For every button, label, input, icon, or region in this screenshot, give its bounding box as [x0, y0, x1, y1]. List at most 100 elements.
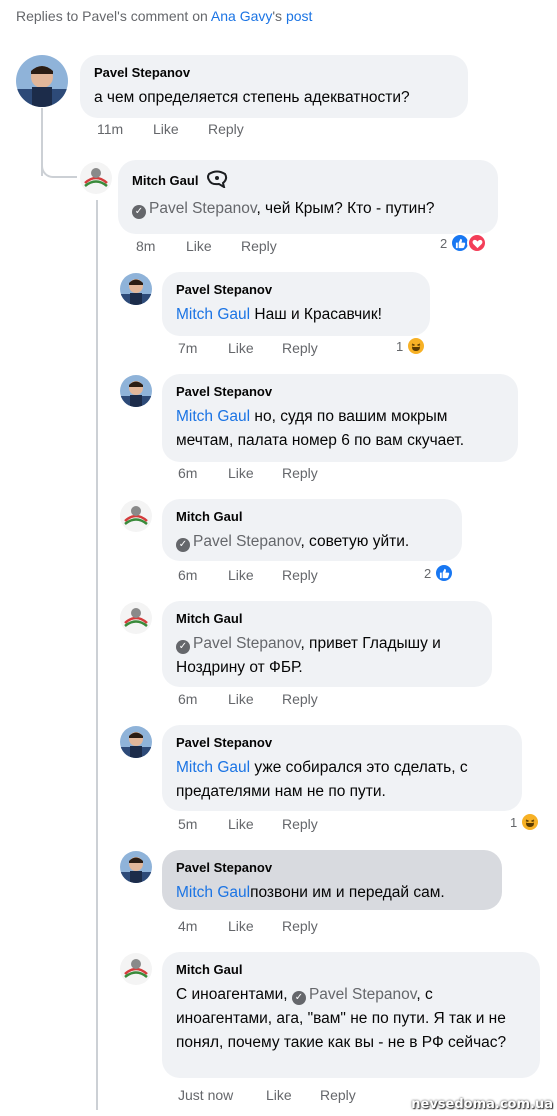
mention-icon: ✓: [132, 205, 146, 219]
messenger-badge-icon: [206, 170, 228, 192]
reply-button[interactable]: Reply: [320, 1087, 356, 1103]
comment-bubble: Mitch Gaul ✓ Pavel Stepanov, чей Крым? Кт…: [118, 160, 498, 234]
reply-button[interactable]: Reply: [208, 121, 244, 137]
like-button[interactable]: Like: [228, 465, 282, 481]
reaction-count: 1: [510, 814, 518, 830]
reactions[interactable]: 2: [424, 563, 455, 583]
comment-text: , чей Крым? Кто - путин?: [256, 200, 435, 217]
mention-icon: ✓: [176, 538, 190, 552]
reactions[interactable]: 2: [440, 233, 488, 253]
avatar[interactable]: [120, 375, 152, 407]
avatar[interactable]: [120, 726, 152, 758]
comment-bubble: Pavel Stepanov Mitch Gaul уже собирался …: [162, 725, 522, 811]
reaction-count: 2: [440, 235, 448, 251]
timestamp[interactable]: 11m: [97, 121, 153, 137]
like-button[interactable]: Like: [228, 918, 282, 934]
timestamp[interactable]: Just now: [178, 1087, 266, 1103]
like-button[interactable]: Like: [186, 238, 241, 254]
comment-text: Наш и Красавчик!: [250, 306, 382, 323]
mention-link[interactable]: ✓ Pavel Stepanov: [291, 986, 416, 1005]
comment-text: , советую уйти.: [300, 533, 410, 550]
reply-button[interactable]: Reply: [282, 691, 318, 707]
reply-button[interactable]: Reply: [241, 238, 277, 254]
comment-actions: Just now Like Reply: [178, 1087, 356, 1103]
reaction-count: 2: [424, 565, 432, 581]
comment-text-prefix: С иноагентами,: [176, 986, 292, 1003]
like-button[interactable]: Like: [228, 567, 282, 583]
comment-author[interactable]: Pavel Stepanov: [176, 735, 508, 751]
mention-link[interactable]: ✓ Pavel Stepanov: [176, 533, 300, 552]
comment-bubble: Mitch Gaul ✓ Pavel Stepanov, привет Глады…: [162, 601, 492, 687]
mention-link[interactable]: ✓ Pavel Stepanov: [132, 200, 256, 219]
comment-bubble: Pavel Stepanov Mitch Gaulпозвони им и пе…: [162, 850, 502, 910]
mention-link[interactable]: Mitch Gaul: [176, 759, 250, 776]
like-reaction-icon: [434, 563, 455, 583]
mention-link[interactable]: ✓ Pavel Stepanov: [176, 635, 300, 654]
reply-button[interactable]: Reply: [282, 918, 318, 934]
comment-actions: 6m Like Reply: [178, 691, 318, 707]
comment-actions: 7m Like Reply: [178, 340, 318, 356]
thread-elbow: [41, 150, 77, 178]
comment-author[interactable]: Pavel Stepanov: [176, 860, 488, 876]
timestamp[interactable]: 7m: [178, 340, 228, 356]
replies-header: Replies to Pavel's comment on Ana Gavy's…: [16, 8, 313, 24]
avatar[interactable]: [16, 55, 68, 107]
comment-author[interactable]: Mitch Gaul: [176, 962, 526, 978]
comment-text: позвони им и передай сам.: [250, 884, 445, 901]
timestamp[interactable]: 6m: [178, 567, 228, 583]
comment-bubble: Mitch Gaul С иноагентами, ✓ Pavel Stepano…: [162, 952, 540, 1078]
thread-line-replies: [96, 200, 98, 1110]
watermark: nevsedoma.com.ua: [411, 1097, 553, 1112]
comment-actions: 6m Like Reply: [178, 567, 318, 583]
love-reaction-icon: [467, 233, 488, 253]
comment-author[interactable]: Pavel Stepanov: [176, 384, 504, 400]
mention-icon: ✓: [291, 991, 306, 1005]
mention-link[interactable]: Mitch Gaul: [176, 408, 250, 425]
comment-bubble: Pavel Stepanov Mitch Gaul Наш и Красавчи…: [162, 272, 430, 336]
mention-icon: ✓: [176, 640, 190, 654]
comment-author[interactable]: Pavel Stepanov: [176, 282, 416, 298]
comment-actions: 11m Like Reply: [97, 121, 244, 137]
timestamp[interactable]: 8m: [136, 238, 186, 254]
reply-button[interactable]: Reply: [282, 340, 318, 356]
comment-text: а чем определяется степень адекватности?: [94, 89, 410, 106]
comment-actions: 8m Like Reply: [136, 238, 277, 254]
reactions[interactable]: 1: [396, 336, 427, 356]
timestamp[interactable]: 6m: [178, 465, 228, 481]
timestamp[interactable]: 6m: [178, 691, 228, 707]
haha-reaction-icon: [406, 336, 427, 356]
comment-bubble: Mitch Gaul ✓ Pavel Stepanov, советую уйти…: [162, 499, 462, 561]
page-link[interactable]: Ana Gavy: [211, 8, 272, 24]
haha-reaction-icon: [520, 812, 541, 832]
comment-author[interactable]: Mitch Gaul: [176, 611, 478, 627]
like-button[interactable]: Like: [228, 816, 282, 832]
timestamp[interactable]: 5m: [178, 816, 228, 832]
avatar[interactable]: [80, 162, 112, 194]
comment-author[interactable]: Mitch Gaul: [176, 509, 448, 525]
comment-bubble: Pavel Stepanov Mitch Gaul но, судя по ва…: [162, 374, 518, 462]
comment-author[interactable]: Pavel Stepanov: [94, 65, 454, 81]
avatar[interactable]: [120, 602, 152, 634]
comment-actions: 4m Like Reply: [178, 918, 318, 934]
like-button[interactable]: Like: [228, 340, 282, 356]
reactions[interactable]: 1: [510, 812, 541, 832]
comment-actions: 6m Like Reply: [178, 465, 318, 481]
avatar[interactable]: [120, 953, 152, 985]
post-link[interactable]: post: [286, 8, 312, 24]
avatar[interactable]: [120, 851, 152, 883]
like-button[interactable]: Like: [153, 121, 208, 137]
comment-bubble: Pavel Stepanov а чем определяется степен…: [80, 55, 468, 118]
avatar[interactable]: [120, 273, 152, 305]
comment-author[interactable]: Mitch Gaul: [132, 173, 198, 189]
like-button[interactable]: Like: [266, 1087, 320, 1103]
reply-button[interactable]: Reply: [282, 567, 318, 583]
mention-link[interactable]: Mitch Gaul: [176, 884, 250, 901]
like-button[interactable]: Like: [228, 691, 282, 707]
reply-button[interactable]: Reply: [282, 465, 318, 481]
comment-actions: 5m Like Reply: [178, 816, 318, 832]
reply-button[interactable]: Reply: [282, 816, 318, 832]
avatar[interactable]: [120, 500, 152, 532]
mention-link[interactable]: Mitch Gaul: [176, 306, 250, 323]
timestamp[interactable]: 4m: [178, 918, 228, 934]
reaction-count: 1: [396, 338, 404, 354]
